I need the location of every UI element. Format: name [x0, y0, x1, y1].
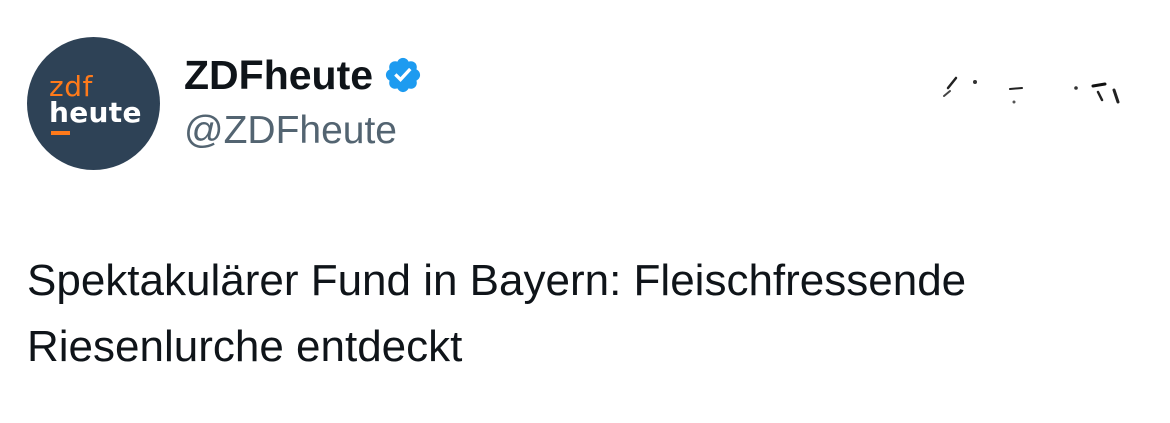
author-name-row[interactable]: ZDFheute	[184, 52, 423, 98]
avatar[interactable]: zdf heute	[27, 37, 160, 170]
avatar-brand-bottom: heute	[49, 96, 142, 129]
author-handle[interactable]: @ZDFheute	[184, 108, 397, 154]
tweet-card: zdf heute ZDFheute @ZDFheute Spektakulär…	[0, 0, 1170, 423]
verified-badge-icon	[383, 55, 423, 95]
display-name[interactable]: ZDFheute	[184, 52, 373, 98]
avatar-accent-underline	[51, 131, 70, 135]
tweet-text-line-1: Spektakulärer Fund in Bayern: Fleischfre…	[27, 256, 967, 305]
more-options-icon[interactable]	[930, 60, 1130, 110]
tweet-text-line-2: Riesenlurche entdeckt	[27, 322, 463, 371]
tweet-text: Spektakulärer Fund in Bayern: Fleischfre…	[27, 248, 1147, 380]
